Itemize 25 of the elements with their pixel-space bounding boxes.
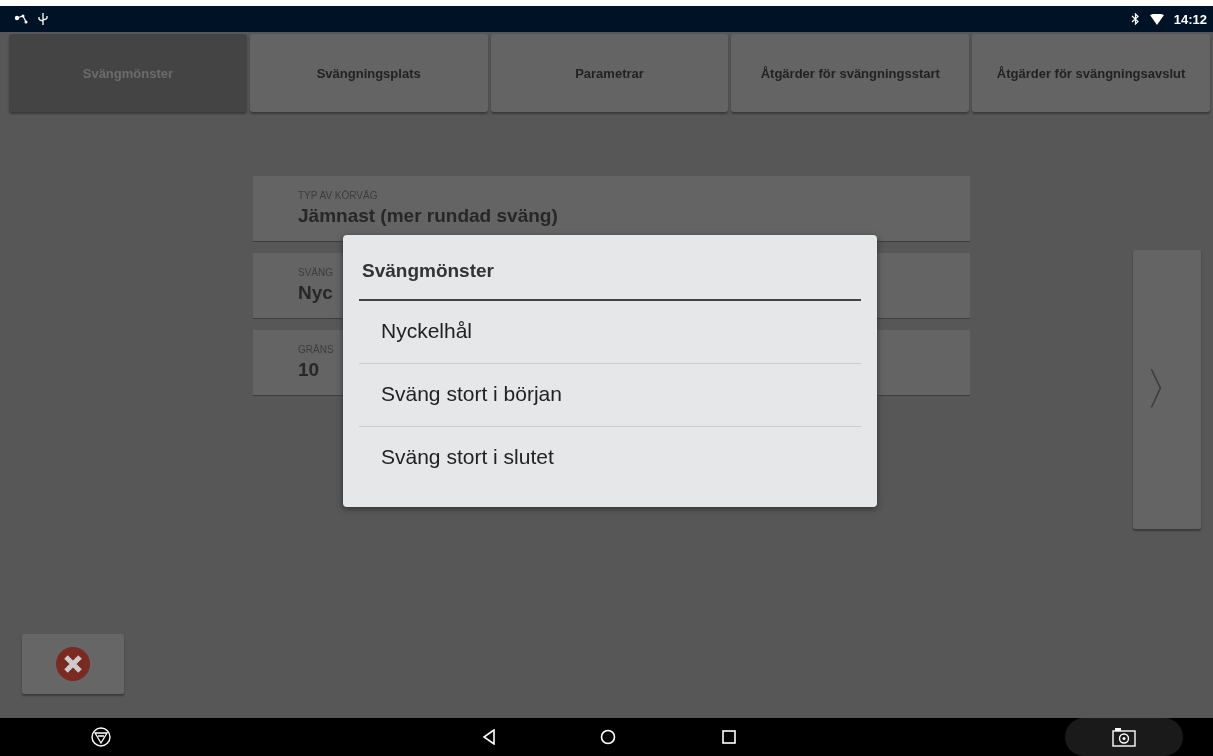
home-icon[interactable] [600, 729, 616, 745]
option-item[interactable]: Nyckelhål [359, 301, 861, 364]
share-icon [14, 14, 28, 24]
wifi-icon [1149, 13, 1164, 25]
camera-icon [1112, 727, 1136, 747]
dialog-title: Svängmönster [359, 235, 861, 301]
tab[interactable]: Parametrar [490, 34, 729, 112]
filter-icon[interactable] [91, 727, 111, 747]
tab[interactable]: Åtgärder för svängningsstart [731, 34, 970, 112]
close-icon [56, 647, 90, 681]
field-value: 10 [298, 359, 320, 381]
usb-icon [38, 13, 48, 25]
field-value: Nyc [298, 282, 333, 304]
clock-time: 14:12 [1173, 11, 1207, 27]
tab[interactable]: Svängningsplats [249, 34, 488, 112]
bluetooth-icon [1130, 13, 1140, 25]
next-button[interactable]: 〉 [1133, 250, 1201, 529]
option-item[interactable]: Sväng stort i början [359, 364, 861, 427]
screenshot-button[interactable] [1065, 718, 1183, 756]
back-icon[interactable] [482, 729, 496, 745]
field-value: Jämnast (mer rundad sväng) [298, 205, 558, 227]
option-item[interactable]: Sväng stort i slutet [359, 427, 861, 489]
cancel-button[interactable] [22, 634, 124, 694]
recents-icon[interactable] [722, 730, 736, 744]
tab[interactable]: Åtgärder för svängningsavslut [972, 34, 1210, 112]
